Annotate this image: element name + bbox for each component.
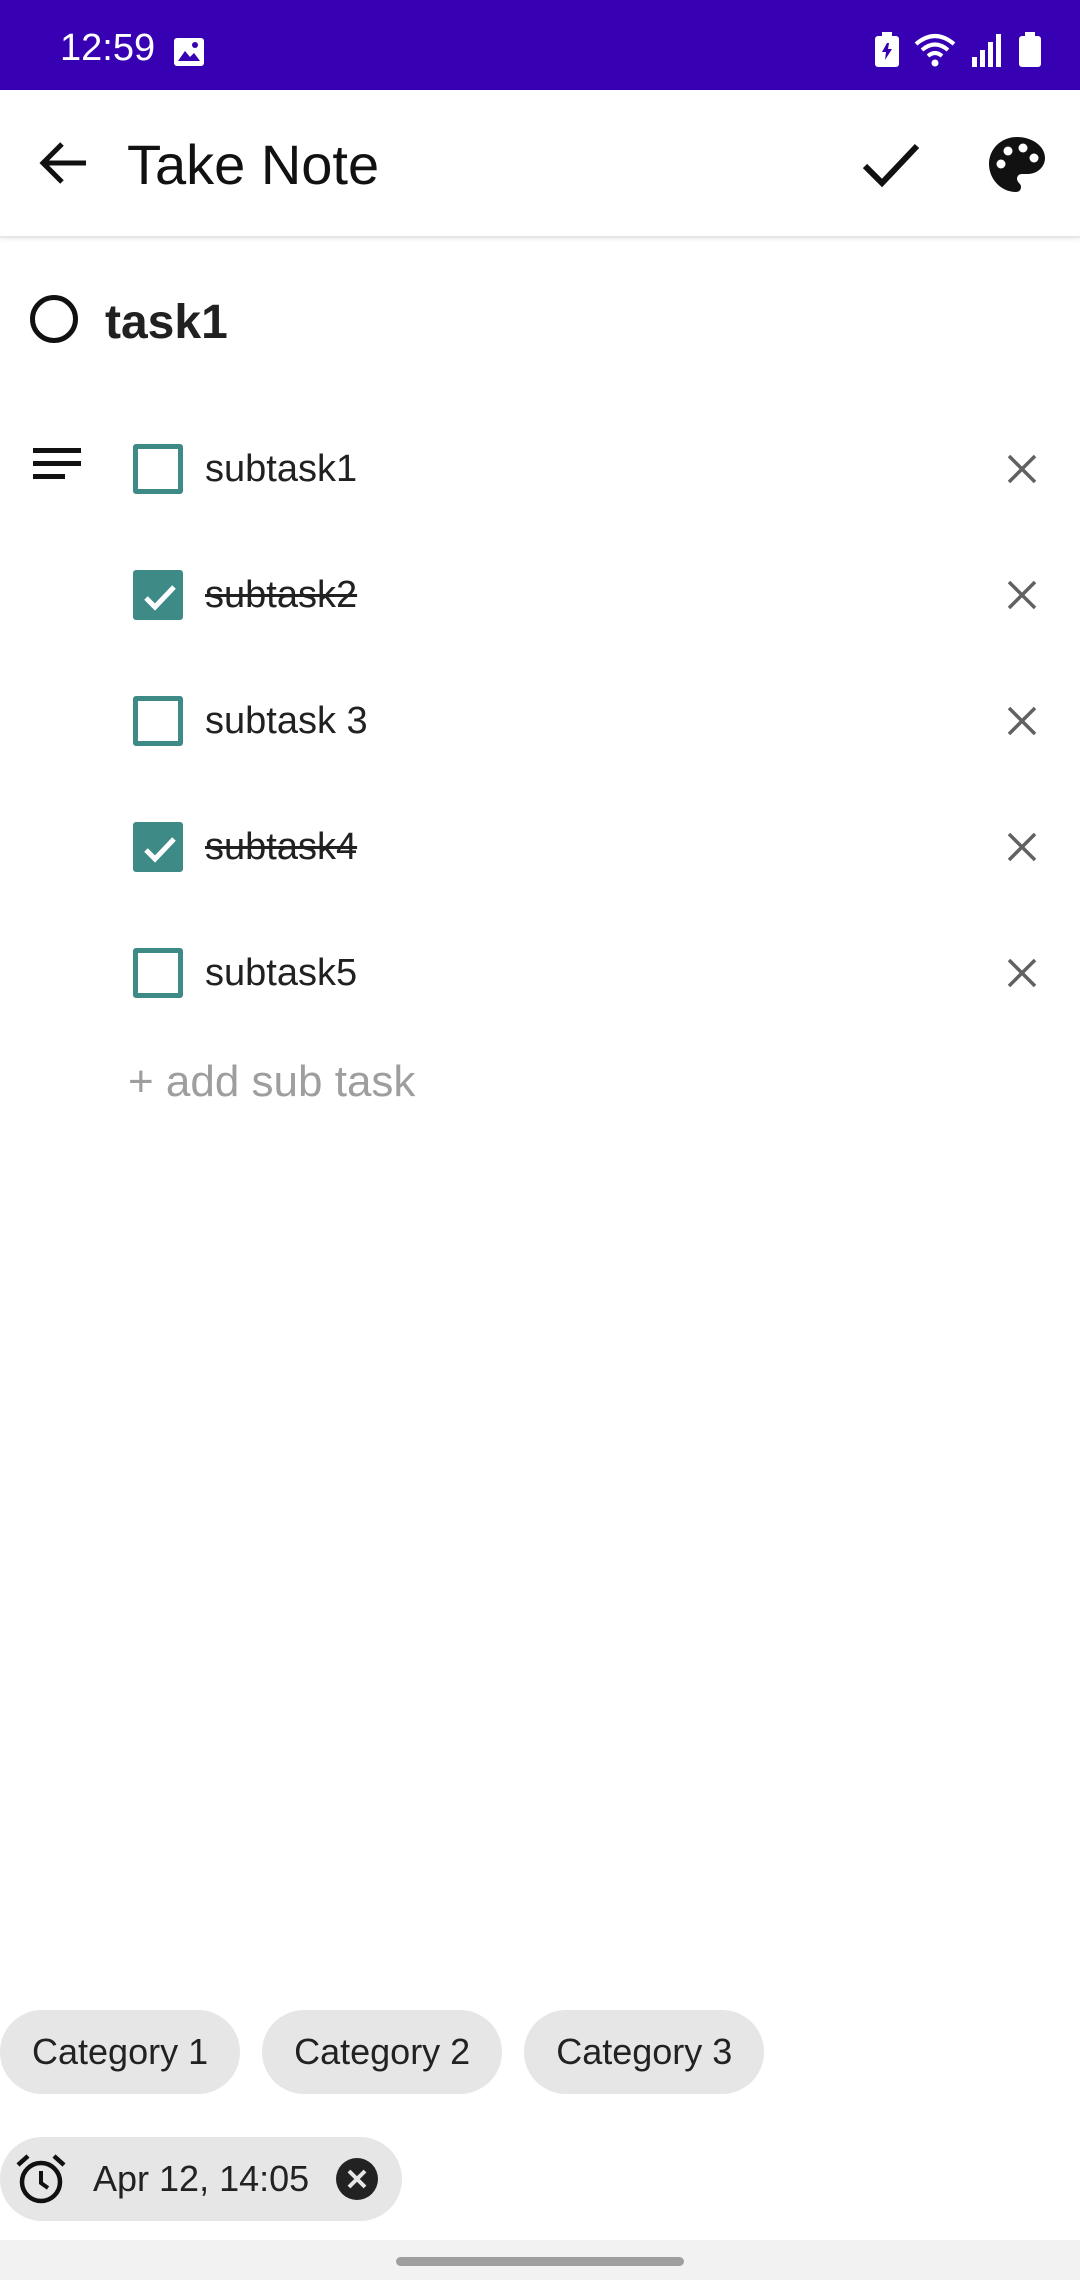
add-subtask-button[interactable]: + add sub task xyxy=(128,1054,415,1110)
close-icon xyxy=(1007,580,1037,610)
alarm-icon xyxy=(16,2154,66,2204)
category-chip[interactable]: Category 2 xyxy=(262,2010,503,2094)
remove-subtask-button[interactable] xyxy=(994,945,1050,1001)
wifi-icon xyxy=(914,34,956,67)
task-title[interactable]: task1 xyxy=(105,295,228,351)
color-palette-button[interactable] xyxy=(982,130,1052,200)
page-title: Take Note xyxy=(127,133,380,196)
category-chip[interactable]: Category 1 xyxy=(0,2010,241,2094)
remove-subtask-button[interactable] xyxy=(994,441,1050,497)
clear-reminder-icon[interactable] xyxy=(335,2157,379,2201)
close-icon xyxy=(1007,706,1037,736)
subtask-checkbox[interactable] xyxy=(133,948,183,998)
subtask-label[interactable]: subtask1 xyxy=(205,447,357,491)
task-complete-toggle[interactable] xyxy=(30,295,78,343)
subtask-row: subtask2 xyxy=(120,545,1050,645)
home-gesture-handle[interactable] xyxy=(396,2257,684,2266)
checkmark-icon xyxy=(144,585,176,611)
subtask-checkbox[interactable] xyxy=(133,696,183,746)
subtask-checkbox[interactable] xyxy=(133,822,183,872)
close-icon xyxy=(1007,832,1037,862)
status-bar: 12:59 xyxy=(0,0,1080,90)
back-arrow-icon xyxy=(39,142,86,184)
subtask-row: subtask 3 xyxy=(120,671,1050,771)
category-chip[interactable]: Category 3 xyxy=(524,2010,765,2094)
subtask-checkbox[interactable] xyxy=(133,570,183,620)
reminder-datetime: Apr 12, 14:05 xyxy=(93,2158,310,2199)
signal-icon xyxy=(972,34,1001,67)
remove-subtask-button[interactable] xyxy=(994,819,1050,875)
close-icon xyxy=(1007,454,1037,484)
category-chips: Category 1 Category 2 Category 3 xyxy=(0,2010,765,2094)
status-icons xyxy=(874,30,1042,70)
subtask-checkbox[interactable] xyxy=(133,444,183,494)
remove-subtask-button[interactable] xyxy=(994,693,1050,749)
subtask-label[interactable]: subtask2 xyxy=(205,573,357,617)
gallery-icon xyxy=(174,38,204,66)
subtask-label[interactable]: subtask 3 xyxy=(205,699,368,743)
app-bar: Take Note xyxy=(0,90,1080,238)
reminder-chip[interactable]: Apr 12, 14:05 xyxy=(0,2137,402,2221)
back-button[interactable] xyxy=(30,130,96,196)
navigation-bar xyxy=(0,2240,1080,2280)
status-time: 12:59 xyxy=(60,27,156,69)
checkmark-icon xyxy=(144,837,176,863)
save-button[interactable] xyxy=(858,132,924,198)
subtask-label[interactable]: subtask4 xyxy=(205,825,357,869)
subtask-label[interactable]: subtask5 xyxy=(205,951,357,995)
battery-saver-icon xyxy=(875,32,899,67)
check-icon xyxy=(862,143,920,188)
notes-icon[interactable] xyxy=(32,446,82,482)
subtask-row: subtask1 xyxy=(120,419,1050,519)
subtask-row: subtask5 xyxy=(120,923,1050,1023)
battery-icon xyxy=(1019,32,1041,67)
remove-subtask-button[interactable] xyxy=(994,567,1050,623)
subtask-row: subtask4 xyxy=(120,797,1050,897)
palette-icon xyxy=(989,137,1045,192)
close-icon xyxy=(1007,958,1037,988)
task-header: task1 xyxy=(0,285,1080,360)
